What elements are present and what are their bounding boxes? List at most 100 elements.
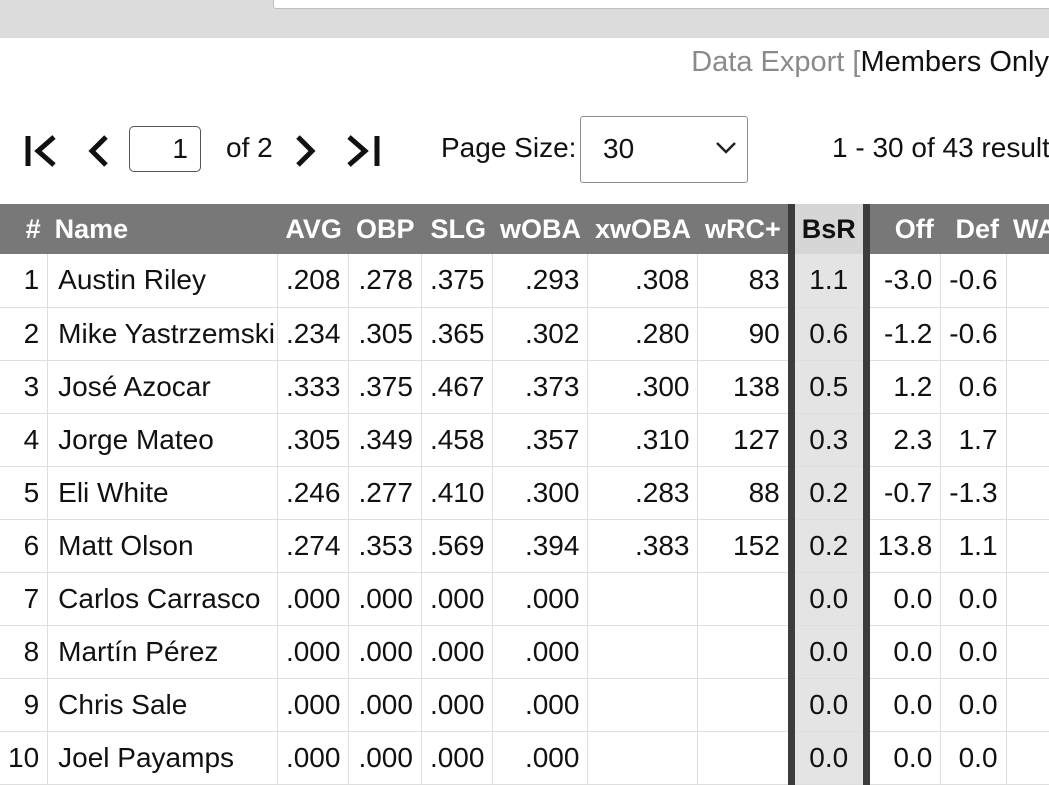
cell-bsr: 0.2 bbox=[787, 466, 870, 520]
cell-wrc-plus: 138 bbox=[697, 360, 792, 414]
col-def[interactable]: Def bbox=[940, 204, 1007, 254]
cell-obp: .278 bbox=[348, 254, 422, 308]
col-wrc-plus[interactable]: wRC+ bbox=[697, 204, 792, 254]
cell-xwoba: .308 bbox=[587, 254, 699, 308]
col-war[interactable]: WAR bbox=[1006, 204, 1049, 254]
cell-woba: .000 bbox=[492, 678, 589, 732]
cell-player-name[interactable]: Matt Olson bbox=[47, 519, 278, 573]
cell-xwoba bbox=[587, 572, 699, 626]
col-avg[interactable]: AVG bbox=[277, 204, 349, 254]
cell-wrc-plus: 127 bbox=[697, 413, 792, 467]
cell-woba: .373 bbox=[492, 360, 589, 414]
cell-woba: .293 bbox=[492, 254, 589, 308]
cell-obp: .000 bbox=[348, 731, 422, 785]
cell-player-name[interactable]: Jorge Mateo bbox=[47, 413, 278, 467]
cell-woba: .302 bbox=[492, 307, 589, 361]
cell-bsr: 0.3 bbox=[787, 413, 870, 467]
cell-war: 0. bbox=[1006, 572, 1049, 626]
col-name[interactable]: Name bbox=[47, 204, 278, 254]
cell-player-name[interactable]: Joel Payamps bbox=[47, 731, 278, 785]
cell-player-name[interactable]: Carlos Carrasco bbox=[47, 572, 278, 626]
col-woba[interactable]: wOBA bbox=[492, 204, 588, 254]
first-page-icon[interactable] bbox=[24, 134, 60, 168]
cell-war: 0. bbox=[1006, 466, 1049, 520]
col-off[interactable]: Off bbox=[866, 204, 941, 254]
cell-slg: .569 bbox=[421, 519, 494, 573]
cell-obp: .305 bbox=[348, 307, 422, 361]
cell-def: 0.0 bbox=[940, 625, 1007, 679]
cell-xwoba: .300 bbox=[587, 360, 699, 414]
cell-wrc-plus: 88 bbox=[697, 466, 792, 520]
cell-obp: .353 bbox=[348, 519, 422, 573]
cell-bsr: 0.0 bbox=[787, 731, 870, 785]
top-bar bbox=[0, 0, 1049, 38]
page-number-input[interactable] bbox=[129, 126, 201, 172]
cell-xwoba: .283 bbox=[587, 466, 699, 520]
cell-player-name[interactable]: Chris Sale bbox=[47, 678, 278, 732]
table-row: 6 Matt Olson .274.353.569.394.383 152 0.2 13.… bbox=[0, 519, 1049, 573]
cell-xwoba: .310 bbox=[587, 413, 699, 467]
cell-xwoba bbox=[587, 731, 699, 785]
cell-off: 0.0 bbox=[866, 572, 942, 626]
cell-avg: .333 bbox=[277, 360, 350, 414]
col-rank[interactable]: # bbox=[0, 204, 48, 254]
cell-avg: .000 bbox=[277, 678, 350, 732]
cell-player-name[interactable]: Austin Riley bbox=[47, 254, 278, 308]
col-obp[interactable]: OBP bbox=[348, 204, 422, 254]
cell-avg: .246 bbox=[277, 466, 350, 520]
cell-war: 0. bbox=[1006, 254, 1049, 308]
page-size-select[interactable]: 30 bbox=[580, 116, 748, 183]
table-header-row: # Name AVG OBP SLG wOBA xwOBA wRC+ BsR O… bbox=[0, 204, 1049, 254]
table-body: 1 Austin Riley .208.278.375.293.308 83 1.1 -3… bbox=[0, 254, 1049, 785]
cell-obp: .349 bbox=[348, 413, 422, 467]
cell-off: -0.7 bbox=[866, 466, 942, 520]
previous-page-icon[interactable] bbox=[88, 134, 110, 168]
cell-war: 0. bbox=[1006, 307, 1049, 361]
table-row: 2 Mike Yastrzemski .234.305.365.302.280 90 0… bbox=[0, 307, 1049, 361]
cell-bsr: 0.2 bbox=[787, 519, 870, 573]
cell-off: 2.3 bbox=[866, 413, 942, 467]
chevron-down-icon bbox=[716, 142, 736, 154]
cell-rank: 8 bbox=[0, 625, 49, 679]
table-row: 1 Austin Riley .208.278.375.293.308 83 1.1 -3… bbox=[0, 254, 1049, 308]
cell-off: -3.0 bbox=[866, 254, 942, 308]
cell-war: 0. bbox=[1006, 625, 1049, 679]
cell-player-name[interactable]: José Azocar bbox=[47, 360, 278, 414]
cell-woba: .394 bbox=[492, 519, 589, 573]
cell-slg: .410 bbox=[421, 466, 494, 520]
next-page-icon[interactable] bbox=[294, 134, 316, 168]
cell-slg: .365 bbox=[421, 307, 494, 361]
cell-war: 0. bbox=[1006, 413, 1049, 467]
cell-rank: 5 bbox=[0, 466, 49, 520]
cell-def: 1.7 bbox=[940, 413, 1007, 467]
cell-war: 2. bbox=[1006, 519, 1049, 573]
cell-slg: .000 bbox=[421, 731, 494, 785]
pagination-bar: of 2 Page Size: 30 1 - 30 of 43 results bbox=[0, 116, 1049, 184]
cell-avg: .000 bbox=[277, 731, 350, 785]
cell-slg: .458 bbox=[421, 413, 494, 467]
col-slg[interactable]: SLG bbox=[421, 204, 493, 254]
col-xwoba[interactable]: xwOBA bbox=[587, 204, 698, 254]
cell-def: -0.6 bbox=[940, 254, 1007, 308]
table-row: 7 Carlos Carrasco .000.000.000.000 0.0 0.0 0.… bbox=[0, 572, 1049, 626]
cell-war: 0. bbox=[1006, 678, 1049, 732]
cell-player-name[interactable]: Mike Yastrzemski bbox=[47, 307, 278, 361]
cell-player-name[interactable]: Eli White bbox=[47, 466, 278, 520]
cell-player-name[interactable]: Martín Pérez bbox=[47, 625, 278, 679]
table-row: 3 José Azocar .333.375.467.373.300 138 0.5 1.… bbox=[0, 360, 1049, 414]
cell-avg: .305 bbox=[277, 413, 350, 467]
cell-bsr: 0.5 bbox=[787, 360, 870, 414]
cell-woba: .300 bbox=[492, 466, 589, 520]
cell-def: -1.3 bbox=[940, 466, 1007, 520]
cell-rank: 6 bbox=[0, 519, 49, 573]
cell-rank: 1 bbox=[0, 254, 49, 308]
search-input[interactable] bbox=[273, 0, 1049, 9]
cell-war: 0. bbox=[1006, 360, 1049, 414]
cell-rank: 7 bbox=[0, 572, 49, 626]
cell-woba: .000 bbox=[492, 625, 589, 679]
cell-war: 0. bbox=[1006, 731, 1049, 785]
last-page-icon[interactable] bbox=[345, 134, 381, 168]
cell-bsr: 0.0 bbox=[787, 625, 870, 679]
col-bsr[interactable]: BsR bbox=[787, 204, 870, 254]
members-only-link[interactable]: Members Only bbox=[860, 46, 1049, 78]
